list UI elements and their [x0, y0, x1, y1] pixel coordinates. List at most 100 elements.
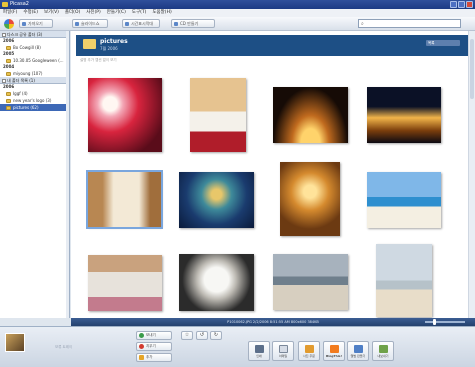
add-label: 추가 — [146, 355, 153, 359]
menu-view[interactable]: 보기(V) — [44, 9, 59, 17]
folder-item[interactable]: Iggf (4) — [0, 90, 69, 97]
zoom-knob[interactable] — [433, 319, 436, 325]
folder-label: new year's logo (3) — [13, 98, 52, 103]
collapse-icon — [2, 79, 6, 83]
scroll-thumb[interactable] — [470, 39, 474, 99]
search-input[interactable] — [368, 20, 460, 27]
menu-bar: 파일(F) 수정(E) 보기(V) 폴더(O) 사진(P) 만들기(C) 도구(… — [0, 9, 475, 17]
make-cd-label: CD 만들기 — [180, 21, 199, 26]
close-button[interactable] — [466, 1, 473, 8]
toolbar: 가져오기 슬라이드쇼 시간표시막대 CD 만들기 ⌕ — [0, 17, 475, 31]
minimize-button[interactable] — [450, 1, 457, 8]
menu-help[interactable]: 도움말(H) — [152, 9, 171, 17]
print-button[interactable]: 인쇄 — [248, 341, 270, 361]
folder-item[interactable]: new year's logo (3) — [0, 97, 69, 104]
blogthis-label: BlogThis! — [326, 354, 342, 358]
photo-thumbnail[interactable] — [376, 244, 432, 317]
order-prints-icon — [304, 345, 314, 353]
search-icon: ⌕ — [361, 21, 364, 27]
email-label: 이메일 — [278, 354, 288, 358]
clear-button[interactable]: 지우기 — [136, 342, 172, 351]
photo-thumbnail[interactable] — [88, 255, 162, 311]
share-button[interactable]: 보내기 — [136, 331, 172, 340]
folder-date: 7월 2006 — [100, 46, 118, 51]
menu-edit[interactable]: 수정(E) — [23, 9, 38, 17]
folder-icon — [83, 39, 96, 49]
status-text: P1010062.JPG 2/2/2006 8:51:55 AM 800x600… — [227, 320, 319, 324]
folder-title: pictures — [100, 38, 128, 45]
blogger-icon — [329, 345, 339, 353]
photo-thumbnail[interactable] — [179, 172, 254, 228]
rotate-left-button[interactable]: ↺ — [196, 331, 208, 340]
picasa-logo-icon — [4, 19, 14, 29]
rotate-right-icon: ↻ — [213, 332, 219, 338]
photo-thumbnail[interactable] — [190, 78, 246, 152]
collapse-icon — [2, 33, 6, 37]
folder-header: pictures 7월 2006 목록 — [76, 35, 470, 56]
star-button[interactable]: ☆ — [181, 331, 193, 340]
title-bar: Picasa2 — [0, 0, 475, 9]
grid-scrollbar[interactable] — [468, 31, 475, 318]
photo-thumbnail[interactable] — [273, 254, 348, 310]
timeline-icon — [125, 22, 129, 26]
photo-grid-panel: pictures 7월 2006 목록 설명 추가 캡션 없이 보기 — [71, 31, 475, 318]
folder-item-selected[interactable]: pictures (62) — [0, 104, 69, 111]
sidebar-scrollbar[interactable] — [66, 31, 69, 318]
add-icon — [139, 355, 144, 360]
import-icon — [22, 22, 26, 26]
folder-icon — [6, 72, 11, 76]
maximize-button[interactable] — [458, 1, 465, 8]
menu-create[interactable]: 만들기(C) — [107, 9, 126, 17]
folder-icon — [6, 46, 11, 50]
photo-thumbnail[interactable] — [88, 78, 162, 152]
zoom-track — [425, 321, 465, 323]
clear-icon — [139, 344, 144, 349]
menu-folder[interactable]: 폴더(O) — [65, 9, 80, 17]
menu-file[interactable]: 파일(F) — [3, 9, 17, 17]
photo-thumbnail[interactable] — [280, 162, 340, 236]
order-prints-button[interactable]: 사진 주문 — [298, 341, 320, 361]
add-button[interactable]: 추가 — [136, 353, 172, 362]
folder-item[interactable]: miyoung (107) — [0, 70, 69, 77]
hold-tray-label: 보류 트레이 — [55, 345, 73, 349]
export-button[interactable]: 내보내기 — [372, 341, 394, 361]
photo-thumbnail[interactable] — [367, 172, 441, 228]
photo-thumbnail[interactable] — [367, 87, 441, 143]
import-label: 가져오기 — [28, 21, 43, 26]
share-icon — [139, 333, 144, 338]
my-folders-header[interactable]: 내 폴더 목록 (1) — [0, 77, 69, 84]
share-label: 보내기 — [146, 333, 156, 337]
play-icon — [75, 22, 79, 26]
search-box: ⌕ — [358, 19, 461, 28]
timeline-button[interactable]: 시간표시막대 — [122, 19, 160, 28]
folder-sidebar: 다스크 공유 폴더 (3) 2006 Bo Cowgill (8) 2005 1… — [0, 31, 70, 318]
import-button[interactable]: 가져오기 — [19, 19, 53, 28]
menu-tools[interactable]: 도구(T) — [132, 9, 147, 17]
timeline-label: 시간표시막대 — [131, 21, 154, 26]
photo-thumbnail[interactable] — [273, 87, 348, 143]
window-controls — [450, 1, 473, 8]
menu-picture[interactable]: 사진(P) — [86, 9, 101, 17]
folder-label: 10.30.05 Googleween (... — [13, 58, 64, 63]
make-cd-button[interactable]: CD 만들기 — [171, 19, 215, 28]
email-button[interactable]: 이메일 — [272, 341, 294, 361]
slideshow-button[interactable]: 슬라이드쇼 — [72, 19, 108, 28]
shared-folders-header[interactable]: 다스크 공유 폴더 (3) — [0, 31, 69, 38]
caption-hint: 설명 추가 캡션 없이 보기 — [80, 58, 117, 62]
folder-item[interactable]: Bo Cowgill (8) — [0, 44, 69, 51]
app-icon — [2, 2, 8, 7]
zoom-slider[interactable] — [419, 319, 469, 325]
folder-label: Bo Cowgill (8) — [13, 45, 41, 50]
photo-thumbnail-selected[interactable] — [86, 170, 163, 229]
view-select[interactable]: 목록 — [426, 40, 460, 46]
rotate-right-button[interactable]: ↻ — [210, 331, 222, 340]
slideshow-label: 슬라이드쇼 — [81, 21, 100, 26]
status-bar: P1010062.JPG 2/2/2006 8:51:55 AM 800x600… — [71, 318, 475, 326]
star-icon: ☆ — [184, 332, 190, 338]
tray-photo-thumbnail[interactable] — [5, 333, 25, 352]
folder-item[interactable]: 10.30.05 Googleween (... — [0, 57, 69, 64]
email-icon — [278, 345, 288, 353]
photo-thumbnail[interactable] — [179, 254, 254, 311]
make-album-button[interactable]: 앨범 만들기 — [347, 341, 369, 361]
blogthis-button[interactable]: BlogThis! — [323, 341, 345, 361]
